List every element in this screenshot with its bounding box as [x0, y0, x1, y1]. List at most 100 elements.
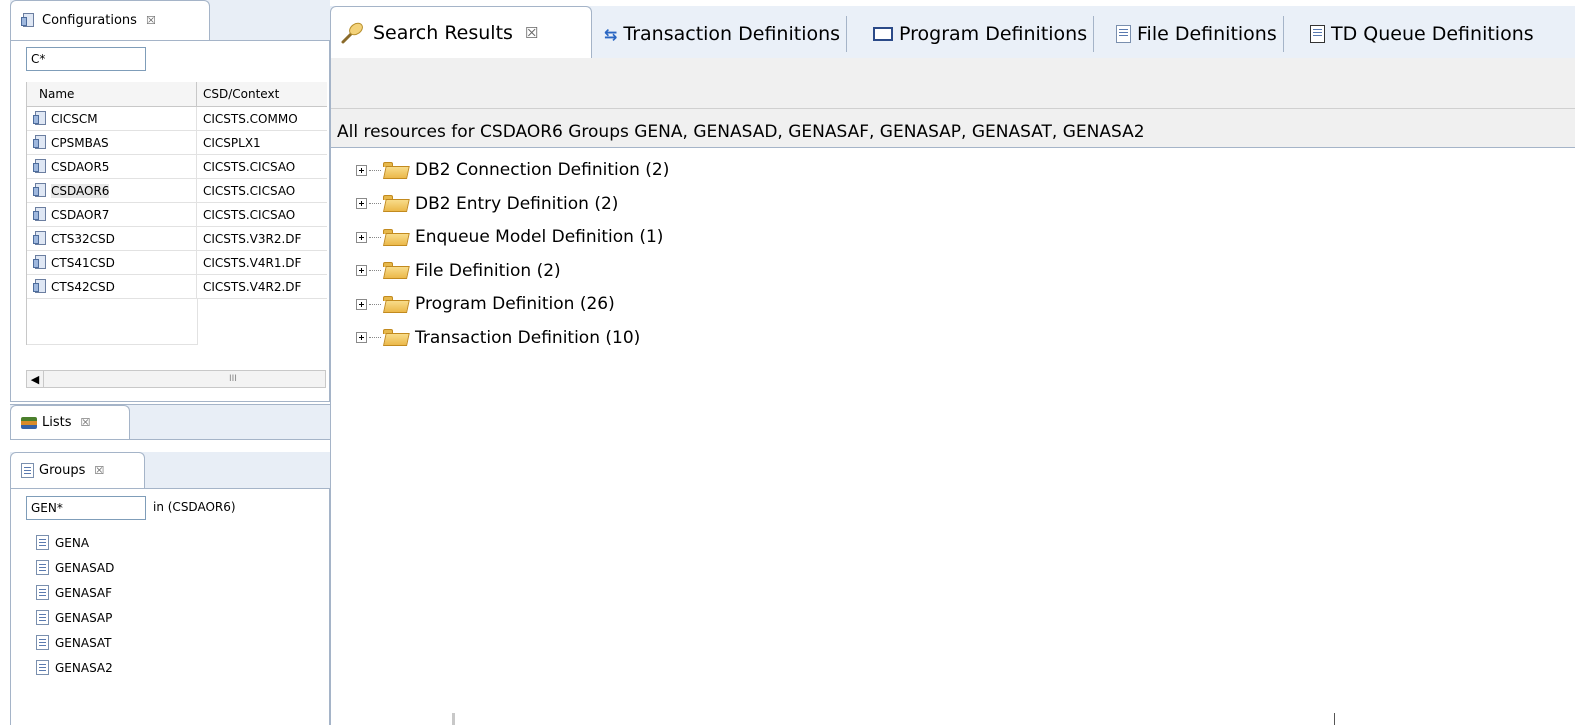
- list-item[interactable]: GENASA2: [36, 655, 316, 680]
- tab-program-definitions[interactable]: Program Definitions: [873, 16, 1095, 52]
- folder-icon: [383, 228, 407, 246]
- table-row[interactable]: CSDAOR6 CICSTS.CICSAO: [27, 179, 327, 203]
- td-queue-icon: [1310, 25, 1325, 43]
- groups-list: GENA GENASAD GENASAF GENASAP GENASAT GENASA2: [36, 530, 316, 680]
- program-icon: [873, 27, 893, 41]
- configuration-context: CICSTS.CICSAO: [203, 159, 296, 174]
- configuration-icon: [33, 207, 49, 222]
- tree-node-label: File Definition (2): [415, 260, 561, 281]
- configuration-context: CICSTS.CICSAO: [203, 183, 296, 198]
- folder-icon: [383, 329, 407, 346]
- list-item[interactable]: GENA: [36, 530, 316, 555]
- group-name: GENASAT: [55, 635, 112, 650]
- expand-icon[interactable]: [356, 231, 367, 243]
- close-icon[interactable]: ☒: [146, 14, 156, 27]
- expand-icon[interactable]: [356, 332, 367, 343]
- configurations-table: Name CSD/Context CICSCM CICSTS.COMMO CPSMB…: [26, 82, 327, 345]
- table-cell-name: CTS41CSD: [27, 251, 197, 274]
- tab-td-queue-definitions-label: TD Queue Definitions: [1331, 23, 1534, 45]
- configuration-context: CICSTS.V4R2.DF: [203, 279, 302, 294]
- tree-node[interactable]: File Definition (2): [356, 256, 561, 286]
- tab-groups[interactable]: Groups ☒: [10, 452, 145, 488]
- tab-configurations[interactable]: Configurations ☒: [10, 0, 210, 40]
- tree-node[interactable]: Transaction Definition (10): [356, 323, 640, 353]
- groups-scope-label: in (CSDAOR6): [153, 500, 236, 514]
- table-cell-name: CSDAOR7: [27, 203, 197, 226]
- tab-transaction-definitions[interactable]: ⇆ Transaction Definitions: [604, 16, 848, 52]
- table-row[interactable]: CSDAOR5 CICSTS.CICSAO: [27, 155, 327, 179]
- groups-icon: [21, 463, 34, 478]
- configuration-name: CTS41CSD: [51, 255, 115, 270]
- list-item[interactable]: GENASAT: [36, 630, 316, 655]
- groups-tab-strip: Groups ☒: [10, 452, 330, 489]
- close-icon[interactable]: ☒: [525, 24, 538, 42]
- list-item[interactable]: GENASAP: [36, 605, 316, 630]
- close-icon[interactable]: ☒: [81, 416, 91, 429]
- tab-td-queue-definitions[interactable]: TD Queue Definitions: [1310, 16, 1540, 52]
- configurations-tab-strip: Configurations ☒: [10, 0, 330, 41]
- file-icon: [1116, 25, 1131, 43]
- table-row[interactable]: CTS42CSD CICSTS.V4R2.DF: [27, 275, 327, 299]
- groups-filter-input[interactable]: GEN*: [26, 496, 146, 520]
- column-header-context[interactable]: CSD/Context: [197, 87, 279, 101]
- group-icon: [36, 585, 49, 600]
- editor-toolbar: [331, 58, 1575, 109]
- table-body: CICSCM CICSTS.COMMO CPSMBAS CICSPLX1 CSDAOR5…: [27, 107, 327, 299]
- results-heading: All resources for CSDAOR6 Groups GENA, G…: [337, 122, 1145, 142]
- configuration-icon: [33, 111, 49, 126]
- tab-transaction-definitions-label: Transaction Definitions: [623, 23, 841, 45]
- configurations-icon: [21, 13, 37, 28]
- expand-icon[interactable]: [356, 265, 367, 276]
- tree-node[interactable]: Program Definition (26): [356, 289, 615, 319]
- group-icon: [36, 560, 49, 575]
- tab-file-definitions[interactable]: File Definitions: [1116, 16, 1284, 52]
- configuration-icon: [33, 159, 49, 174]
- scroll-left-arrow-icon[interactable]: ◀: [27, 371, 44, 387]
- table-cell-name: CTS32CSD: [27, 227, 197, 250]
- table-row[interactable]: CICSCM CICSTS.COMMO: [27, 107, 327, 131]
- tab-lists-label: Lists: [42, 415, 72, 430]
- tab-groups-label: Groups: [39, 463, 86, 478]
- group-name: GENASAP: [55, 610, 113, 625]
- cpsm-icon: [33, 135, 49, 150]
- configuration-name: CSDAOR7: [51, 207, 110, 222]
- column-header-name[interactable]: Name: [27, 82, 197, 106]
- group-name: GENASA2: [55, 660, 113, 675]
- expand-icon[interactable]: [356, 298, 367, 310]
- group-icon: [36, 535, 49, 550]
- tree-node-label: DB2 Entry Definition (2): [415, 193, 619, 214]
- expand-icon[interactable]: [356, 164, 367, 176]
- editor-tab-strip: Search Results ☒ ⇆ Transaction Definitio…: [330, 6, 1575, 59]
- tab-search-results[interactable]: Search Results ☒: [330, 6, 592, 58]
- configuration-name: CPSMBAS: [51, 135, 109, 150]
- folder-icon: [383, 262, 407, 279]
- configuration-context: CICSTS.CICSAO: [203, 207, 296, 222]
- table-row[interactable]: CTS41CSD CICSTS.V4R1.DF: [27, 251, 327, 275]
- list-item[interactable]: GENASAF: [36, 580, 316, 605]
- table-row[interactable]: CSDAOR7 CICSTS.CICSAO: [27, 203, 327, 227]
- configuration-context: CICSTS.COMMO: [203, 111, 298, 126]
- group-name: GENASAF: [55, 585, 113, 600]
- tree-node[interactable]: DB2 Entry Definition (2): [356, 189, 618, 219]
- table-row[interactable]: CPSMBAS CICSPLX1: [27, 131, 327, 155]
- configurations-filter-input[interactable]: C*: [26, 47, 146, 71]
- tab-program-definitions-label: Program Definitions: [899, 23, 1088, 45]
- list-item[interactable]: GENASAD: [36, 555, 316, 580]
- scroll-thumb-grip[interactable]: III: [229, 374, 237, 384]
- configuration-name: CICSCM: [51, 111, 98, 126]
- configuration-icon: [33, 255, 49, 270]
- expand-icon[interactable]: [356, 198, 367, 209]
- configurations-h-scrollbar[interactable]: ◀ III: [26, 370, 326, 388]
- tab-search-results-label: Search Results: [373, 21, 513, 44]
- tree-node-label: Enqueue Model Definition (1): [415, 227, 664, 247]
- tree-node-label: DB2 Connection Definition (2): [415, 160, 670, 180]
- table-cell-name: CPSMBAS: [27, 131, 197, 154]
- tree-node[interactable]: DB2 Connection Definition (2): [356, 155, 669, 185]
- tree-node[interactable]: Enqueue Model Definition (1): [356, 222, 663, 252]
- close-icon[interactable]: ☒: [94, 464, 104, 477]
- tab-lists[interactable]: Lists ☒: [10, 405, 130, 439]
- table-row[interactable]: CTS32CSD CICSTS.V3R2.DF: [27, 227, 327, 251]
- configuration-icon: [33, 183, 49, 198]
- group-name: GENA: [55, 535, 90, 550]
- table-empty-area: [27, 299, 327, 345]
